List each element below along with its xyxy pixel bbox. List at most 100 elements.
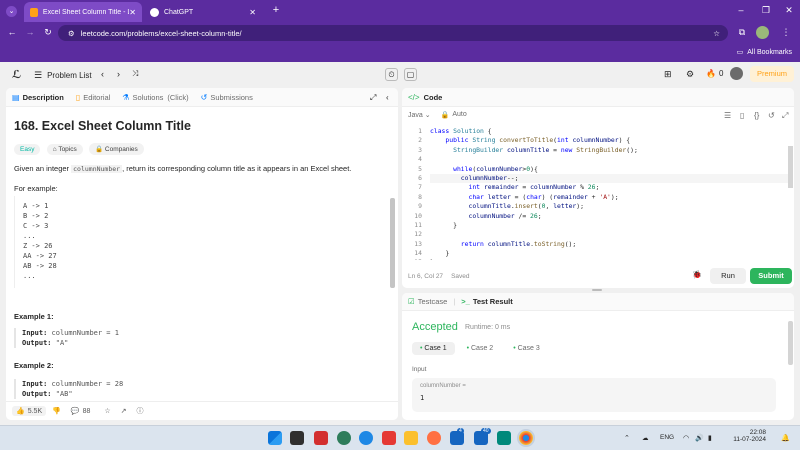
close-icon[interactable]: ✕	[129, 8, 136, 17]
chrome-icon[interactable]	[519, 431, 533, 445]
line-number: 9	[418, 202, 422, 211]
prev-problem-icon[interactable]: ‹	[101, 69, 104, 79]
new-tab-button[interactable]: +	[270, 5, 282, 16]
language-indicator[interactable]: ENG	[660, 434, 674, 441]
tab-chatgpt[interactable]: ChatGPT ✕	[144, 2, 262, 22]
submit-button[interactable]: Submit	[750, 268, 792, 284]
time-label: 22:08	[749, 429, 766, 436]
problem-list-button[interactable]: ☰ Problem List	[34, 70, 92, 81]
extensions-icon[interactable]: ⧉	[736, 28, 748, 37]
edge-icon[interactable]	[359, 431, 373, 445]
bookmarks-label: All Bookmarks	[747, 48, 792, 56]
wifi-icon[interactable]: ◠	[683, 434, 689, 442]
reset-icon[interactable]: ↺	[768, 111, 775, 120]
example2-title: Example 2:	[14, 361, 54, 370]
case-3-tab[interactable]: • Case 3	[505, 342, 548, 355]
chip-label: Companies	[104, 146, 138, 153]
format-icon[interactable]: ☰	[724, 111, 731, 120]
editor-scrollbar[interactable]	[788, 146, 793, 188]
thumbs-down-icon[interactable]: 👎	[52, 407, 61, 415]
tab-leetcode[interactable]: Excel Sheet Column Title - Leet ✕	[24, 2, 142, 22]
windows-start-icon[interactable]	[268, 431, 282, 445]
streak-counter[interactable]: 🔥 0	[706, 69, 723, 78]
tab-search-icon[interactable]: ⌄	[6, 6, 17, 17]
firefox-icon[interactable]	[427, 431, 441, 445]
volume-icon[interactable]: 🔊	[695, 434, 704, 442]
mapping-line: AB -> 28	[23, 262, 57, 270]
battery-icon[interactable]: ▮	[708, 434, 712, 442]
case-1-tab[interactable]: • Case 1	[412, 342, 455, 355]
tab-submissions[interactable]: ↺ Submissions	[201, 93, 253, 102]
tab-label: Solutions	[132, 92, 164, 102]
tab-click[interactable]: (Click)	[167, 93, 188, 102]
mapping-line: A -> 1	[23, 202, 49, 210]
file-explorer-icon[interactable]	[404, 431, 418, 445]
for-example-label: For example:	[14, 184, 58, 193]
case-2-tab[interactable]: • Case 2	[459, 342, 502, 355]
comment-button[interactable]: 💬 88	[71, 407, 91, 416]
tab-testcase[interactable]: ☑ Testcase	[408, 297, 447, 306]
tray-chevron-icon[interactable]: ⌃	[624, 434, 630, 442]
tab-test-result[interactable]: >_ Test Result	[461, 297, 512, 306]
bookmark-star-icon[interactable]: ☆	[713, 29, 720, 38]
case-label: Case 3	[517, 345, 540, 352]
app-icon[interactable]	[337, 431, 351, 445]
collapse-icon[interactable]: ‹	[386, 93, 389, 102]
tab-description[interactable]: ▤ Description	[12, 93, 64, 102]
braces-icon[interactable]: {}	[754, 111, 759, 120]
profile-avatar[interactable]	[756, 26, 769, 39]
panel-resize-handle[interactable]	[592, 289, 602, 291]
window-close-icon[interactable]: ✕	[783, 6, 795, 15]
favorite-star-icon[interactable]: ☆	[104, 407, 110, 415]
variable-value: 1	[420, 394, 425, 402]
premium-button[interactable]: Premium	[750, 66, 794, 82]
shuffle-icon[interactable]: ⤨	[132, 69, 138, 79]
date-label: 11-07-2024	[733, 436, 766, 443]
run-button[interactable]: Run	[710, 268, 746, 284]
help-icon[interactable]: ⓘ	[137, 406, 144, 416]
back-icon[interactable]: ←	[6, 28, 18, 37]
pdf-app-icon[interactable]	[314, 431, 328, 445]
line-number: 8	[418, 192, 422, 201]
line-number: 13	[414, 239, 422, 248]
site-info-icon[interactable]: ⚙	[68, 29, 75, 38]
task-view-icon[interactable]	[290, 431, 304, 445]
fullscreen-icon[interactable]: ⤢	[782, 111, 788, 121]
scrollbar-thumb[interactable]	[390, 198, 395, 288]
menu-icon[interactable]: ⋮	[780, 28, 792, 37]
app-icon[interactable]	[497, 431, 511, 445]
debug-icon[interactable]: 🐞	[692, 270, 702, 279]
minimize-icon[interactable]: –	[735, 6, 747, 15]
close-icon[interactable]: ✕	[249, 8, 256, 17]
notification-bell-icon[interactable]: 🔔	[781, 434, 790, 442]
tab-editorial[interactable]: ▯ Editorial	[76, 93, 111, 102]
bookmark-icon[interactable]: ▯	[740, 111, 744, 120]
address-bar[interactable]: ⚙ leetcode.com/problems/excel-sheet-colu…	[58, 25, 728, 41]
topics-chip[interactable]: ⌂ Topics	[46, 144, 83, 155]
youtube-icon[interactable]	[382, 431, 396, 445]
all-bookmarks[interactable]: ▭ All Bookmarks	[737, 48, 792, 57]
share-icon[interactable]: ↗	[121, 407, 127, 415]
line-number: 4	[418, 155, 422, 164]
leetcode-logo[interactable]: ℒ	[12, 68, 23, 81]
tab-solutions[interactable]: ⚗ Solutions	[122, 93, 163, 102]
maximize-icon[interactable]: ❐	[760, 6, 772, 15]
user-avatar[interactable]	[730, 67, 743, 80]
timer-icon[interactable]: ⏲	[385, 68, 398, 81]
next-problem-icon[interactable]: ›	[117, 69, 120, 79]
result-scrollbar[interactable]	[788, 321, 793, 365]
lock-icon: 🔒	[440, 111, 450, 119]
companies-chip[interactable]: 🔒 Companies	[88, 143, 144, 155]
like-button[interactable]: 👍 5.5K	[12, 406, 47, 416]
language-select[interactable]: Java ⌄	[408, 111, 431, 119]
reload-icon[interactable]: ↻	[42, 28, 54, 37]
expand-icon[interactable]: ⤢	[370, 93, 376, 103]
settings-icon[interactable]: ⚙	[686, 69, 694, 80]
clock[interactable]: 22:08 11-07-2024	[722, 429, 766, 443]
input-section-label: Input	[412, 366, 427, 373]
notes-icon[interactable]: ▢	[404, 68, 417, 81]
forward-icon[interactable]: →	[24, 28, 36, 37]
cloud-icon[interactable]: ☁	[642, 434, 649, 442]
code-editor[interactable]: 123456789101112131415 class Solution { p…	[402, 126, 794, 260]
layout-icon[interactable]: ⊞	[664, 69, 672, 80]
